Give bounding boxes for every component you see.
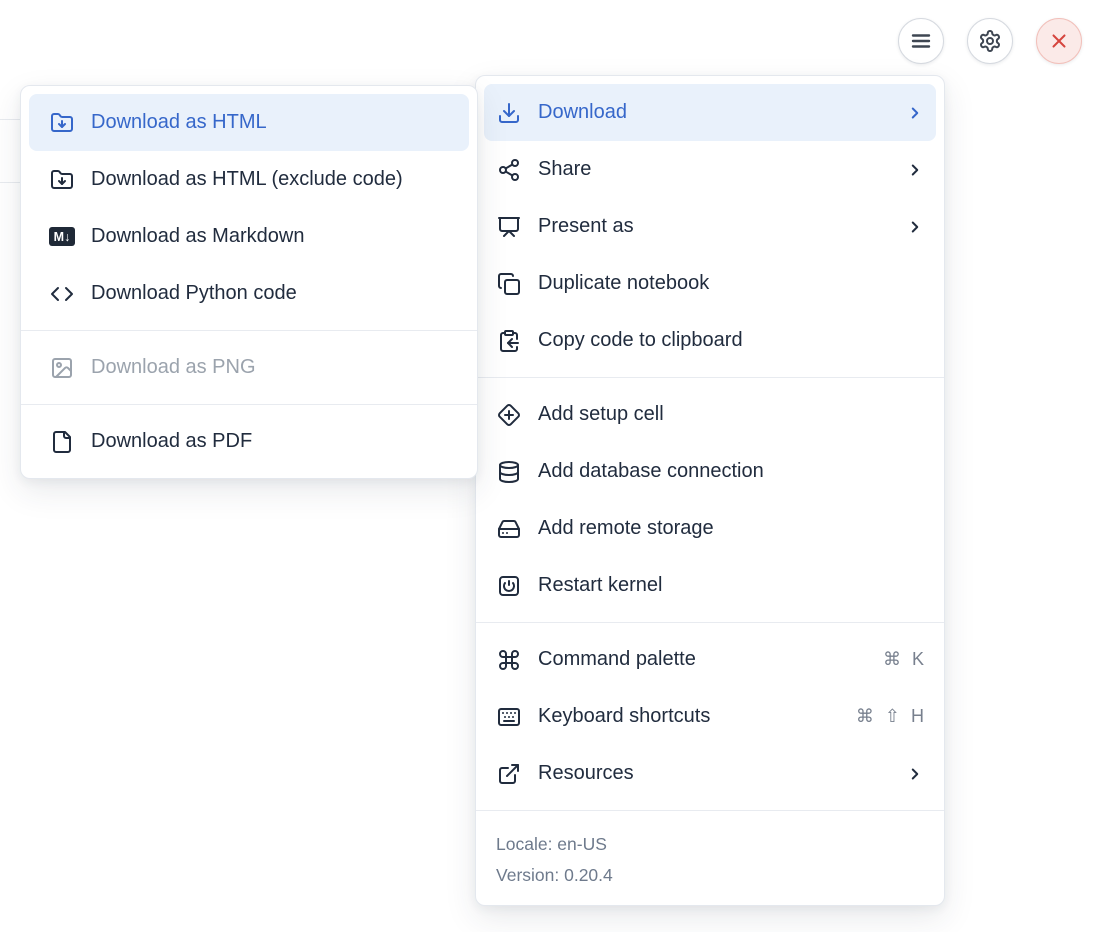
- menu-item-label: Share: [538, 158, 890, 181]
- menu-item-add-remote-storage[interactable]: Add remote storage: [484, 500, 936, 557]
- menu-item-download-as-pdf[interactable]: Download as PDF: [29, 413, 469, 470]
- menu-item-label: Command palette: [538, 648, 867, 671]
- markdown-badge: M↓: [49, 227, 75, 246]
- menu-item-label: Download: [538, 101, 890, 124]
- menu-item-duplicate-notebook[interactable]: Duplicate notebook: [484, 255, 936, 312]
- menu-separator: [476, 810, 944, 811]
- menu-item-label: Keyboard shortcuts: [538, 705, 840, 728]
- menu-item-label: Download as PDF: [91, 430, 449, 453]
- command-icon: [496, 647, 522, 673]
- menu-separator: [476, 377, 944, 378]
- close-button[interactable]: [1036, 18, 1082, 64]
- menu-separator: [21, 330, 477, 331]
- menu-separator: [476, 622, 944, 623]
- settings-button[interactable]: [967, 18, 1013, 64]
- menu-item-label: Download as Markdown: [91, 225, 449, 248]
- keyboard-shortcut-hint: ⌘ ⇧ H: [856, 706, 924, 727]
- menu-separator: [21, 404, 477, 405]
- version-text: Version: 0.20.4: [496, 860, 924, 891]
- diamond-plus-icon: [496, 402, 522, 428]
- close-icon: [1046, 28, 1072, 54]
- external-link-icon: [496, 761, 522, 787]
- menu-item-command-palette[interactable]: Command palette ⌘ K: [484, 631, 936, 688]
- chevron-right-icon: [906, 161, 924, 179]
- folder-down-icon: [49, 167, 75, 193]
- image-icon: [49, 355, 75, 381]
- gear-icon: [977, 28, 1003, 54]
- locale-text: Locale: en-US: [496, 829, 924, 860]
- menu-item-label: Add database connection: [538, 460, 924, 483]
- menu-item-download-python-code[interactable]: Download Python code: [29, 265, 469, 322]
- menu-item-label: Add remote storage: [538, 517, 924, 540]
- menu-item-download-as-png: Download as PNG: [29, 339, 469, 396]
- power-icon: [496, 573, 522, 599]
- notebook-actions-menu: Download Share Present as Duplicate note…: [475, 75, 945, 906]
- copy-icon: [496, 271, 522, 297]
- chevron-right-icon: [906, 104, 924, 122]
- notebook-menu-button[interactable]: [898, 18, 944, 64]
- download-submenu: Download as HTML Download as HTML (exclu…: [20, 85, 478, 479]
- menu-item-label: Restart kernel: [538, 574, 924, 597]
- chevron-right-icon: [906, 765, 924, 783]
- menu-item-label: Download as HTML: [91, 111, 449, 134]
- menu-item-label: Copy code to clipboard: [538, 329, 924, 352]
- menu-item-label: Present as: [538, 215, 890, 238]
- menu-item-download-as-html[interactable]: Download as HTML: [29, 94, 469, 151]
- menu-item-label: Duplicate notebook: [538, 272, 924, 295]
- menu-item-restart-kernel[interactable]: Restart kernel: [484, 557, 936, 614]
- code-icon: [49, 281, 75, 307]
- database-icon: [496, 459, 522, 485]
- menu-item-add-database-connection[interactable]: Add database connection: [484, 443, 936, 500]
- menu-item-present-as[interactable]: Present as: [484, 198, 936, 255]
- menu-item-add-setup-cell[interactable]: Add setup cell: [484, 386, 936, 443]
- hard-drive-icon: [496, 516, 522, 542]
- menu-item-label: Download as PNG: [91, 356, 449, 379]
- keyboard-icon: [496, 704, 522, 730]
- menu-item-copy-code[interactable]: Copy code to clipboard: [484, 312, 936, 369]
- keyboard-shortcut-hint: ⌘ K: [883, 649, 924, 670]
- menu-footer: Locale: en-US Version: 0.20.4: [484, 819, 936, 897]
- hamburger-menu-icon: [908, 28, 934, 54]
- clipboard-copy-icon: [496, 328, 522, 354]
- menu-item-download-as-html-exclude-code[interactable]: Download as HTML (exclude code): [29, 151, 469, 208]
- menu-item-label: Resources: [538, 762, 890, 785]
- menu-item-label: Download as HTML (exclude code): [91, 168, 449, 191]
- background-table-line: [0, 119, 21, 120]
- share-icon: [496, 157, 522, 183]
- background-table-line: [0, 182, 21, 183]
- file-icon: [49, 429, 75, 455]
- markdown-icon: M↓: [49, 224, 75, 250]
- chevron-right-icon: [906, 218, 924, 236]
- download-icon: [496, 100, 522, 126]
- menu-item-keyboard-shortcuts[interactable]: Keyboard shortcuts ⌘ ⇧ H: [484, 688, 936, 745]
- menu-item-download[interactable]: Download: [484, 84, 936, 141]
- menu-item-download-as-markdown[interactable]: M↓ Download as Markdown: [29, 208, 469, 265]
- presentation-icon: [496, 214, 522, 240]
- menu-item-resources[interactable]: Resources: [484, 745, 936, 802]
- menu-item-label: Download Python code: [91, 282, 449, 305]
- folder-down-icon: [49, 110, 75, 136]
- menu-item-share[interactable]: Share: [484, 141, 936, 198]
- menu-item-label: Add setup cell: [538, 403, 924, 426]
